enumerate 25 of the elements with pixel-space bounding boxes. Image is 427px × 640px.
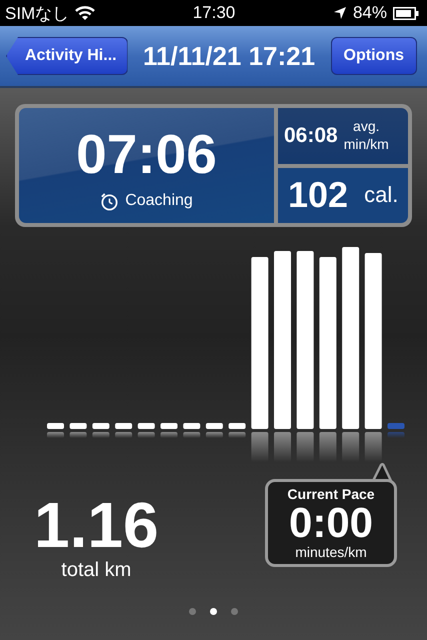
distance-value: 1.16 bbox=[34, 493, 159, 557]
carrier-text: SIMなし bbox=[5, 2, 70, 24]
location-arrow-icon bbox=[332, 6, 347, 20]
page-dot[interactable] bbox=[231, 608, 238, 615]
page-dot[interactable] bbox=[189, 608, 196, 615]
current-pace-unit: minutes/km bbox=[295, 544, 367, 560]
battery-text: 84% bbox=[352, 3, 387, 23]
current-pace-value: 0:00 bbox=[288, 502, 374, 544]
page-dot[interactable] bbox=[210, 608, 217, 615]
mode-text: Coaching bbox=[125, 192, 193, 210]
duration-text: 07:06 bbox=[76, 126, 217, 182]
options-button[interactable]: Options bbox=[330, 37, 417, 75]
calories-text: 102 bbox=[288, 174, 348, 216]
stopwatch-icon bbox=[100, 192, 120, 210]
distance-unit: total km bbox=[61, 559, 132, 582]
wifi-icon bbox=[75, 6, 96, 20]
pace-unit: min/km bbox=[344, 136, 389, 154]
calories-unit: cal. bbox=[364, 182, 398, 208]
avg-label: avg. bbox=[353, 118, 380, 136]
current-pace-label: Current Pace bbox=[287, 486, 375, 502]
battery-icon bbox=[393, 6, 419, 20]
nav-title: 11/11/21 17:21 bbox=[143, 40, 316, 72]
back-button[interactable]: Activity Hi... bbox=[6, 37, 128, 75]
avg-pace-text: 06:08 bbox=[284, 124, 338, 148]
clock-text: 17:30 bbox=[192, 3, 236, 23]
